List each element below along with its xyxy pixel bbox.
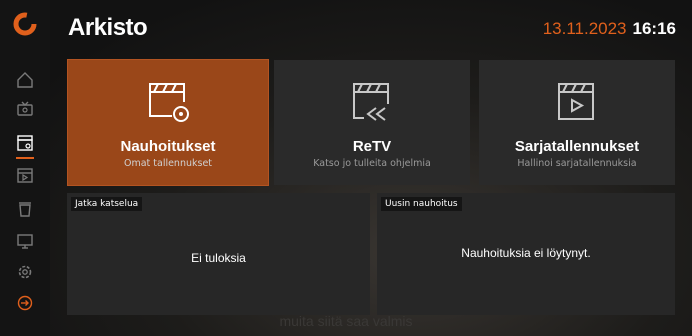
recordings-icon <box>138 74 198 130</box>
tile-series-recordings[interactable]: Sarjatallennukset Hallinoi sarjatallennu… <box>479 60 675 185</box>
tile-subtitle: Katso jo tulleita ohjelmia <box>313 158 431 169</box>
tv-icon <box>17 101 33 116</box>
tile-label: Nauhoitukset <box>120 138 216 155</box>
empty-message: Nauhoituksia ei löytynyt. <box>461 246 591 260</box>
tile-recordings[interactable]: Nauhoitukset Omat tallennukset <box>67 59 269 186</box>
page-title: Arkisto <box>68 14 148 41</box>
sidebar-item-calendar[interactable] <box>15 165 35 185</box>
sidebar-item-tv[interactable] <box>15 99 35 119</box>
empty-message: Ei tuloksia <box>191 251 246 265</box>
sidebar-item-settings[interactable] <box>15 262 35 282</box>
home-icon <box>17 72 33 88</box>
panel-tag: Jatka katselua <box>71 197 143 211</box>
play-clapper-icon <box>547 74 607 130</box>
archive-icon <box>17 135 33 151</box>
logo-icon <box>13 12 37 36</box>
trash-icon <box>19 202 31 217</box>
app-frame: muita siitä saa valmis Arkisto 13.11.202… <box>0 0 692 336</box>
clock-time: 16:16 <box>632 19 676 38</box>
calendar-icon <box>17 168 33 183</box>
latest-recording-panel[interactable]: Uusin nauhoitus Nauhoituksia ei löytynyt… <box>377 193 675 315</box>
panel-tag: Uusin nauhoitus <box>381 197 462 211</box>
sidebar-item-home[interactable] <box>15 70 35 90</box>
background-video-subtitle: muita siitä saa valmis <box>279 313 413 329</box>
clock: 13.11.2023 16:16 <box>543 19 676 39</box>
logout-icon <box>17 295 33 311</box>
active-indicator <box>16 157 34 159</box>
sidebar-item-archive[interactable] <box>15 133 35 153</box>
continue-watching-panel[interactable]: Jatka katselua Ei tuloksia <box>67 193 370 315</box>
tile-label: ReTV <box>352 138 392 155</box>
gear-icon <box>18 265 32 279</box>
sidebar-item-trash[interactable] <box>15 199 35 219</box>
tile-subtitle: Hallinoi sarjatallennuksia <box>517 158 637 169</box>
sidebar-item-logout[interactable] <box>15 293 35 313</box>
tile-subtitle: Omat tallennukset <box>123 158 213 169</box>
tile-label: Sarjatallennukset <box>514 138 640 155</box>
monitor-icon <box>17 234 33 249</box>
sidebar <box>0 0 50 336</box>
tile-retv[interactable]: ReTV Katso jo tulleita ohjelmia <box>274 60 470 185</box>
clock-date: 13.11.2023 <box>542 19 627 38</box>
sidebar-item-monitor[interactable] <box>15 231 35 251</box>
rewind-clapper-icon <box>342 74 402 130</box>
